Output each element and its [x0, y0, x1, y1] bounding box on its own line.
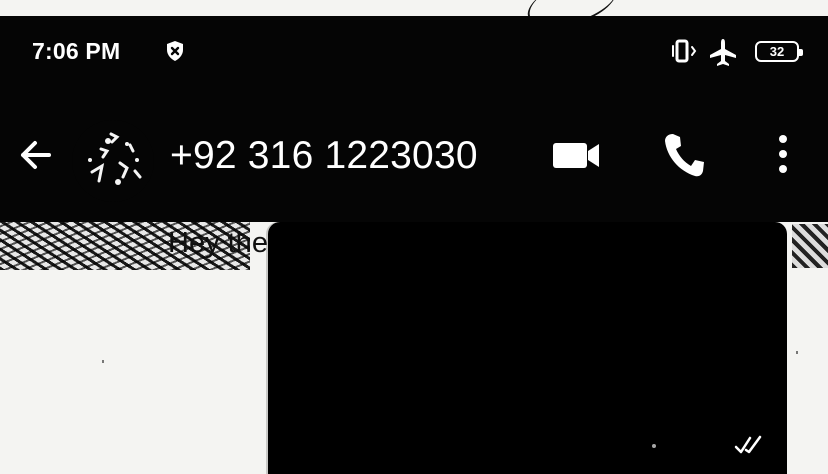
chat-app-bar: +92 316 1223030 [0, 94, 828, 222]
screen-speck [652, 444, 656, 448]
double-check-icon [733, 432, 765, 456]
more-options-icon[interactable] [766, 131, 800, 177]
phone-screenshot-page: { "status_bar": { "time": "7:06 PM", "ba… [0, 0, 828, 474]
back-arrow-icon[interactable] [18, 138, 52, 172]
video-call-icon[interactable] [550, 136, 604, 174]
airplane-icon [708, 37, 738, 67]
battery-icon: 32 [755, 41, 803, 62]
redacted-edge-area [792, 224, 828, 268]
status-time: 7:06 PM [32, 38, 121, 64]
contact-avatar[interactable] [72, 120, 154, 202]
paper-mark [102, 360, 104, 363]
dark-popup-panel [268, 222, 787, 474]
contact-name[interactable]: +92 316 1223030 [170, 135, 478, 177]
vibrate-icon [669, 39, 697, 65]
paper-margin [0, 0, 828, 16]
status-bar: 7:06 PM 32 [0, 16, 828, 94]
phone-call-icon[interactable] [663, 129, 705, 179]
chat-header-screen: 7:06 PM 32 +92 316 1223030 [0, 16, 828, 222]
paper-mark [796, 351, 798, 354]
battery-level: 32 [769, 44, 785, 59]
shield-icon [164, 40, 186, 62]
